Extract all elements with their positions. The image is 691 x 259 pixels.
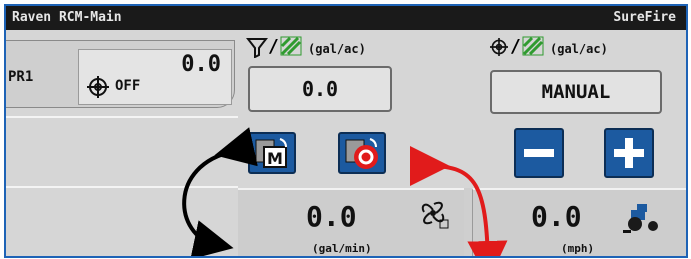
red-arrow-icon <box>409 145 508 256</box>
app-window: Raven RCM-Main SureFire PR1 0.0 OFF / (g… <box>4 4 688 258</box>
black-arrow-icon <box>182 127 258 256</box>
annotation-arrows <box>182 127 508 256</box>
